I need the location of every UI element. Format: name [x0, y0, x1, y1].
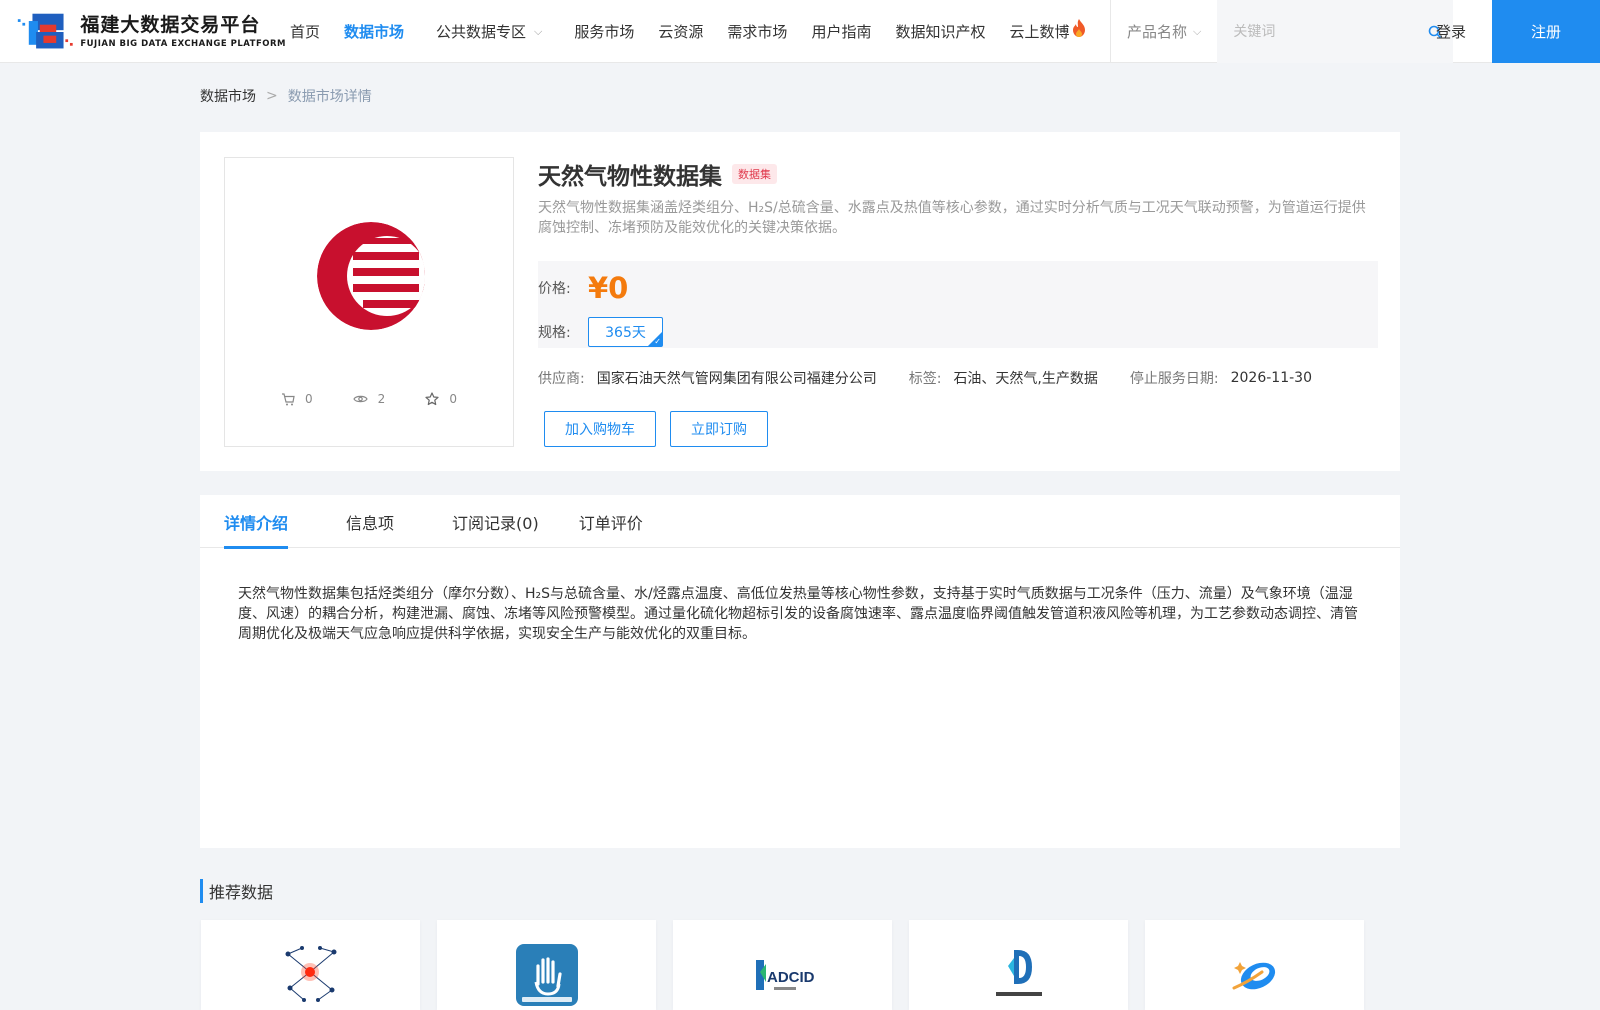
nav-home[interactable]: 首页	[290, 21, 320, 42]
register-button[interactable]: 注册	[1492, 0, 1600, 63]
stat-favorites[interactable]: 0	[425, 392, 457, 406]
fire-icon	[1073, 18, 1086, 37]
nav-cloud-expo[interactable]: 云上数博	[1009, 18, 1087, 42]
search-category-select[interactable]: 产品名称 ⌵	[1111, 0, 1217, 63]
logo-subtitle: FUJIAN BIG DATA EXCHANGE PLATFORM	[80, 38, 286, 49]
product-title: 天然气物性数据集	[538, 164, 722, 190]
spec-option-label: 365天	[605, 325, 646, 341]
site-logo[interactable]: 福建大数据交易平台 FUJIAN BIG DATA EXCHANGE PLATF…	[16, 8, 286, 56]
add-to-cart-button[interactable]: 加入购物车	[544, 411, 656, 447]
breadcrumb-data-market[interactable]: 数据市场	[200, 86, 256, 106]
supplier-label: 供应商:	[538, 371, 585, 387]
breadcrumb-current: 数据市场详情	[287, 89, 372, 105]
product-stats: 0 2 0	[225, 392, 513, 406]
eye-icon	[352, 395, 368, 403]
recommend-item[interactable]	[1145, 920, 1364, 1010]
product-info: 天然气物性数据集 数据集 天然气物性数据集涵盖烃类组分、H₂S/总硫含量、水露点…	[538, 156, 1378, 447]
breadcrumb: 数据市场 > 数据市场详情	[200, 86, 372, 106]
subscribe-now-button[interactable]: 立即订购	[670, 411, 768, 447]
product-card: 0 2 0 天然气物性数据集 数据集 天然气物性数据集涵盖烃类组分、H₂S/总硫…	[200, 132, 1400, 471]
top-header: 福建大数据交易平台 FUJIAN BIG DATA EXCHANGE PLATF…	[0, 0, 1600, 63]
price-label: 价格:	[538, 281, 571, 297]
hand-sign-app-icon	[515, 944, 578, 1006]
recommend-title: 推荐数据	[200, 879, 273, 903]
tab-detail-intro[interactable]: 详情介绍	[224, 495, 289, 549]
breadcrumb-separator: >	[266, 88, 278, 104]
stat-favorites-count: 0	[449, 392, 457, 406]
cart-icon	[282, 392, 295, 405]
search-category-label: 产品名称	[1127, 23, 1188, 41]
recommend-item[interactable]	[437, 920, 656, 1010]
recommend-item[interactable]	[909, 920, 1128, 1010]
check-icon: ✓	[654, 337, 661, 346]
price-panel: 价格: ¥0 规格: 365天 ✓	[538, 261, 1378, 348]
main-nav: 首页 数据市场 公共数据专区 ⌵ 服务市场 云资源 需求市场 用户指南 数据知识…	[290, 0, 1111, 63]
stat-views-count: 2	[377, 392, 386, 406]
recommend-item[interactable]	[201, 920, 420, 1010]
chevron-down-icon: ⌵	[534, 24, 543, 38]
product-meta: 供应商: 国家石油天然气管网集团有限公司福建分公司 标签: 石油、天然气,生产数…	[538, 368, 1378, 388]
supplier-value: 国家石油天然气管网集团有限公司福建分公司	[596, 371, 877, 387]
end-date-value: 2026-11-30	[1230, 370, 1312, 386]
nav-cloud-expo-label: 云上数博	[1009, 23, 1070, 41]
login-button[interactable]: 登录	[1410, 0, 1492, 63]
product-image-box: 0 2 0	[224, 157, 514, 447]
product-description: 天然气物性数据集涵盖烃类组分、H₂S/总硫含量、水露点及热值等核心参数，通过实时…	[538, 200, 1366, 236]
nav-data-market[interactable]: 数据市场	[344, 21, 404, 42]
tags-value: 石油、天然气,生产数据	[953, 371, 1098, 387]
nav-demand-market[interactable]: 需求市场	[727, 21, 787, 42]
nav-public-data[interactable]: 公共数据专区 ⌵	[436, 21, 542, 42]
satellite-logo-icon	[1232, 962, 1275, 990]
tab-order-reviews[interactable]: 订单评价	[579, 495, 643, 548]
spec-option-365[interactable]: 365天 ✓	[588, 317, 663, 347]
network-graph-icon	[285, 946, 336, 1002]
nav-user-guide[interactable]: 用户指南	[811, 21, 871, 42]
recommend-list: ADCID	[201, 920, 1381, 1010]
nav-service-market[interactable]: 服务市场	[574, 21, 634, 42]
stat-views: 2	[352, 392, 386, 406]
platform-logo-icon	[17, 13, 73, 49]
price-value: ¥0	[588, 271, 629, 305]
recommend-item[interactable]: ADCID	[673, 920, 892, 1010]
action-buttons: 加入购物车 立即订购	[538, 411, 1378, 447]
tab-subscription-records[interactable]: 订阅记录(0)	[452, 495, 539, 548]
pipechina-logo-icon	[317, 222, 425, 330]
nav-public-data-label: 公共数据专区	[436, 23, 527, 41]
detail-description: 天然气物性数据集包括烃类组分（摩尔分数）、H₂S与总硫含量、水/烃露点温度、高低…	[238, 586, 1358, 642]
stat-cart: 0	[281, 392, 313, 406]
tags-label: 标签:	[908, 371, 942, 387]
quanzhou-data-logo-icon	[995, 950, 1042, 996]
search-input[interactable]	[1217, 0, 1418, 63]
svg-text:ADCID: ADCID	[767, 969, 814, 986]
star-icon	[425, 392, 439, 406]
nav-data-ip[interactable]: 数据知识产权	[895, 21, 985, 42]
search-bar: 产品名称 ⌵	[1110, 0, 1454, 63]
tab-info-items[interactable]: 信息项	[346, 495, 394, 548]
detail-tabs: 详情介绍 信息项 订阅记录(0) 订单评价	[200, 495, 1400, 549]
detail-card: 详情介绍 信息项 订阅记录(0) 订单评价 天然气物性数据集包括烃类组分（摩尔分…	[200, 495, 1400, 848]
stat-cart-count: 0	[305, 392, 313, 406]
adcid-logo-icon: ADCID	[755, 960, 814, 990]
type-badge: 数据集	[732, 164, 777, 184]
end-date-label: 停止服务日期:	[1129, 371, 1219, 387]
chevron-down-icon: ⌵	[1193, 24, 1202, 38]
logo-title: 福建大数据交易平台	[80, 13, 261, 36]
nav-cloud-resources[interactable]: 云资源	[658, 21, 703, 42]
spec-label: 规格:	[538, 325, 571, 341]
